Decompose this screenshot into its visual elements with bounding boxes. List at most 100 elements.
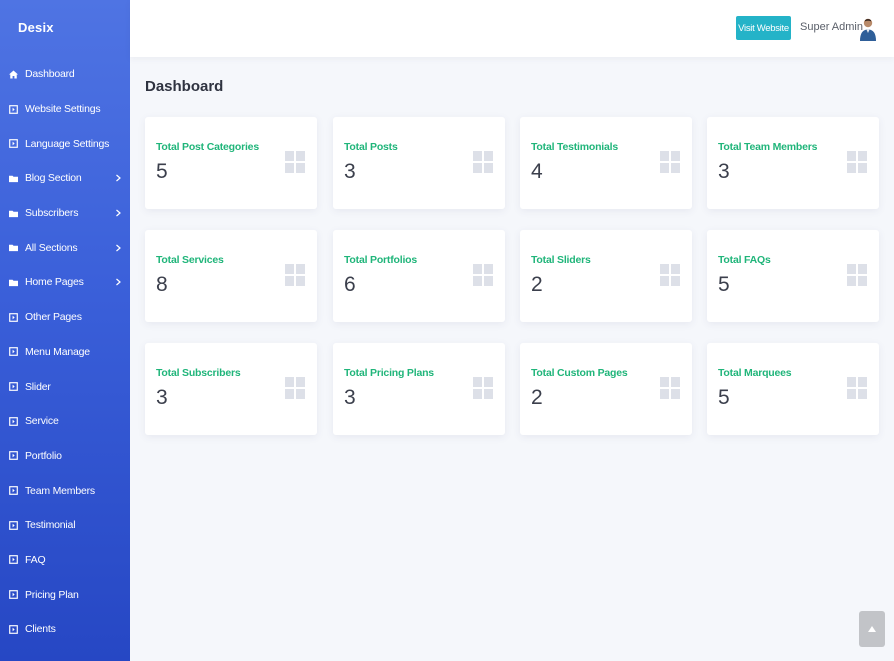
caret-up-icon xyxy=(868,626,876,632)
stat-card-value: 5 xyxy=(718,386,730,409)
sidebar-item-label: Blog Section xyxy=(25,172,82,185)
stat-card-label: Total FAQs xyxy=(718,254,771,266)
stat-card[interactable]: Total Subscribers 3 xyxy=(145,343,317,435)
sidebar-item-label: Testimonial xyxy=(25,519,76,532)
square-arrow-icon xyxy=(9,555,18,565)
chevron-right-icon xyxy=(115,174,122,182)
sidebar-item-label: Team Members xyxy=(25,484,95,497)
sidebar-item-label: Pricing Plan xyxy=(25,588,79,601)
chevron-right-icon xyxy=(115,209,122,217)
folder-icon xyxy=(9,278,18,287)
folder-icon xyxy=(9,174,18,183)
stat-card-label: Total Subscribers xyxy=(156,367,241,379)
stat-card-value: 6 xyxy=(344,273,356,296)
visit-website-button[interactable]: Visit Website xyxy=(736,16,791,40)
grid-icon xyxy=(285,377,305,399)
sidebar-item-clients[interactable]: Clients xyxy=(0,612,130,647)
chevron-right-icon xyxy=(115,278,122,286)
grid-icon xyxy=(847,377,867,399)
chevron-right-icon xyxy=(115,244,122,252)
sidebar-item-label: Language Settings xyxy=(25,137,110,150)
square-arrow-icon xyxy=(9,416,18,426)
stat-card-label: Total Marquees xyxy=(718,367,792,379)
stat-card[interactable]: Total Post Categories 5 xyxy=(145,117,317,209)
grid-icon xyxy=(285,264,305,286)
stat-card-value: 4 xyxy=(531,160,543,183)
square-arrow-icon xyxy=(9,312,18,322)
square-arrow-icon xyxy=(9,624,18,634)
square-arrow-icon xyxy=(9,382,18,391)
square-arrow-icon xyxy=(9,520,18,530)
stat-card[interactable]: Total Team Members 3 xyxy=(707,117,879,209)
stat-card[interactable]: Total Sliders 2 xyxy=(520,230,692,322)
stat-card-label: Total Testimonials xyxy=(531,141,619,153)
stat-card-label: Total Pricing Plans xyxy=(344,367,434,379)
stat-card-label: Total Sliders xyxy=(531,254,591,266)
grid-icon xyxy=(660,151,680,173)
folder-icon xyxy=(9,243,18,252)
stat-card[interactable]: Total Pricing Plans 3 xyxy=(333,343,505,435)
stat-card-value: 3 xyxy=(344,160,356,183)
sidebar-item-pricing-plan[interactable]: Pricing Plan xyxy=(0,577,130,612)
sidebar: Desix Dashboard Website Settings Language … xyxy=(0,0,130,661)
sidebar-item-team-members[interactable]: Team Members xyxy=(0,473,130,508)
folder-icon xyxy=(9,209,18,218)
user-avatar[interactable] xyxy=(859,17,877,41)
sidebar-item-slider[interactable]: Slider xyxy=(0,369,130,404)
stat-card-value: 2 xyxy=(531,273,543,296)
grid-icon xyxy=(285,151,305,173)
sidebar-item-label: Service xyxy=(25,415,59,428)
sidebar-item-label: Clients xyxy=(25,623,56,636)
sidebar-item-label: All Sections xyxy=(25,241,78,254)
stat-card-value: 5 xyxy=(718,273,730,296)
stat-card-value: 5 xyxy=(156,160,168,183)
stat-card-label: Total Portfolios xyxy=(344,254,418,266)
stat-card-label: Total Services xyxy=(156,254,224,266)
sidebar-nav: Dashboard Website Settings Language Settin… xyxy=(0,57,130,647)
square-arrow-icon xyxy=(9,486,18,495)
brand-logo[interactable]: Desix xyxy=(0,0,130,57)
sidebar-item-label: FAQ xyxy=(25,553,46,566)
home-icon xyxy=(9,70,18,79)
sidebar-item-testimonial[interactable]: Testimonial xyxy=(0,508,130,543)
scroll-to-top-button[interactable] xyxy=(859,611,885,647)
sidebar-item-website-settings[interactable]: Website Settings xyxy=(0,92,130,127)
sidebar-item-label: Home Pages xyxy=(25,276,84,289)
sidebar-item-language-settings[interactable]: Language Settings xyxy=(0,126,130,161)
sidebar-item-faq[interactable]: FAQ xyxy=(0,543,130,578)
sidebar-item-portfolio[interactable]: Portfolio xyxy=(0,439,130,474)
square-arrow-icon xyxy=(9,104,18,114)
sidebar-item-service[interactable]: Service xyxy=(0,404,130,439)
user-name[interactable]: Super Admin xyxy=(800,21,863,33)
sidebar-item-menu-manage[interactable]: Menu Manage xyxy=(0,335,130,370)
stat-card[interactable]: Total Services 8 xyxy=(145,230,317,322)
sidebar-item-home-pages[interactable]: Home Pages xyxy=(0,265,130,300)
stat-card-label: Total Team Members xyxy=(718,141,818,153)
stat-card[interactable]: Total Marquees 5 xyxy=(707,343,879,435)
stat-card[interactable]: Total Custom Pages 2 xyxy=(520,343,692,435)
stat-card-label: Total Post Categories xyxy=(156,141,259,153)
square-arrow-icon xyxy=(9,590,18,600)
page-title: Dashboard xyxy=(145,78,224,95)
sidebar-item-all-sections[interactable]: All Sections xyxy=(0,230,130,265)
sidebar-item-blog-section[interactable]: Blog Section xyxy=(0,161,130,196)
stat-card-label: Total Custom Pages xyxy=(531,367,628,379)
stat-card-value: 3 xyxy=(344,386,356,409)
grid-icon xyxy=(473,377,493,399)
stat-card[interactable]: Total Testimonials 4 xyxy=(520,117,692,209)
sidebar-item-subscribers[interactable]: Subscribers xyxy=(0,196,130,231)
stat-card[interactable]: Total FAQs 5 xyxy=(707,230,879,322)
stat-card-label: Total Posts xyxy=(344,141,398,153)
top-bar: Visit Website Super Admin xyxy=(130,0,894,57)
sidebar-item-label: Other Pages xyxy=(25,311,82,324)
sidebar-item-label: Dashboard xyxy=(25,68,75,81)
square-arrow-icon xyxy=(9,347,18,357)
stat-card[interactable]: Total Posts 3 xyxy=(333,117,505,209)
sidebar-item-dashboard[interactable]: Dashboard xyxy=(0,57,130,92)
stat-card[interactable]: Total Portfolios 6 xyxy=(333,230,505,322)
sidebar-item-other-pages[interactable]: Other Pages xyxy=(0,300,130,335)
stat-card-value: 3 xyxy=(718,160,730,183)
sidebar-item-label: Website Settings xyxy=(25,103,101,116)
stat-card-value: 3 xyxy=(156,386,168,409)
grid-icon xyxy=(473,264,493,286)
